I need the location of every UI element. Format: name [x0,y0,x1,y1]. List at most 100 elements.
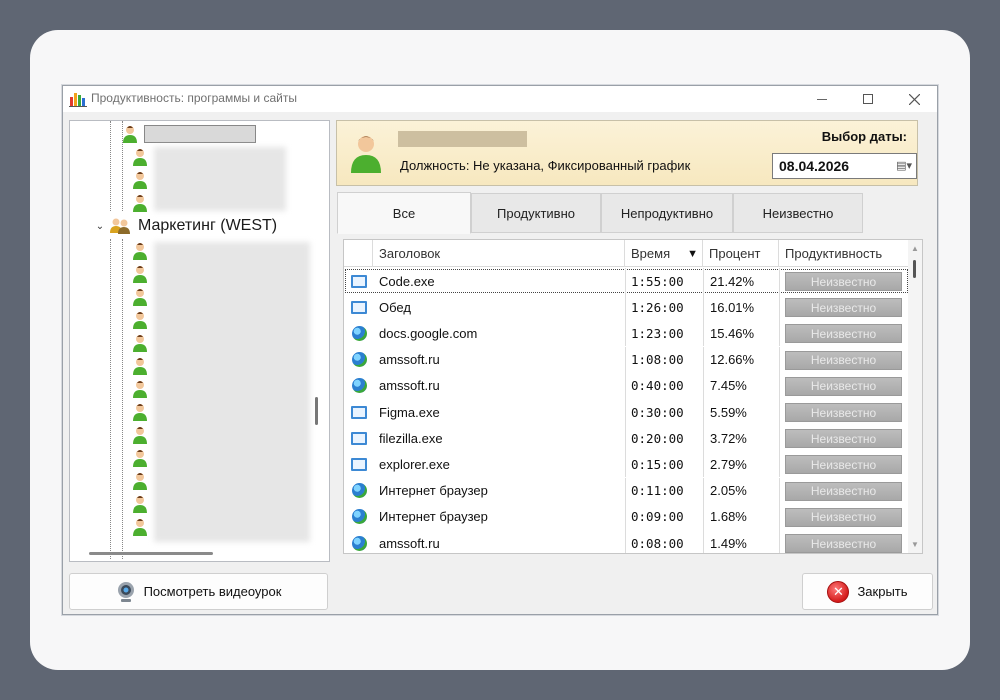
tree-item-employee[interactable] [132,285,148,308]
tab-all[interactable]: Все [337,192,471,234]
tree-item-employee[interactable] [132,400,148,423]
date-picker[interactable]: 08.04.2026 ▤▾ [772,153,917,179]
tree-item-employee[interactable] [132,331,148,354]
column-separator [703,346,704,373]
table-row[interactable]: Figma.exe 0:30:00 5.59% Неизвестно [344,399,909,425]
tree-item-employee[interactable] [132,446,148,469]
tree-item-employee[interactable] [132,377,148,400]
employee-tree[interactable]: ⌄ Маркетинг (WEST) [69,120,330,562]
tree-item-employee[interactable] [132,145,148,168]
table-row[interactable]: docs.google.com 1:23:00 15.46% Неизвестно [344,320,909,347]
tree-item-employee[interactable] [132,492,148,515]
productivity-button[interactable]: Неизвестно [785,350,902,370]
close-label: Закрыть [857,584,908,599]
row-icon-cell [350,294,368,320]
close-icon [908,93,920,105]
tree-item-employee[interactable] [122,122,256,145]
scroll-up-icon[interactable]: ▲ [911,244,919,253]
column-header-time[interactable]: Время ▼ [625,240,703,267]
date-value: 08.04.2026 [779,158,850,174]
bar-chart-app-icon [69,93,87,107]
column-separator [703,477,704,504]
calendar-dropdown-icon[interactable]: ▤▾ [896,159,912,172]
minimize-button[interactable] [799,86,845,112]
column-separator [779,268,780,294]
table-row[interactable]: Обед 1:26:00 16.01% Неизвестно [344,294,909,321]
cell-time: 0:11:00 [631,483,684,499]
productivity-button[interactable]: Неизвестно [785,507,902,527]
cell-title: filezilla.exe [379,430,443,446]
cell-title: docs.google.com [379,325,478,341]
productivity-button[interactable]: Неизвестно [785,481,902,501]
productivity-button[interactable]: Неизвестно [785,376,902,396]
productivity-button[interactable]: Неизвестно [785,272,902,291]
tree-item-employee[interactable] [132,308,148,331]
column-separator [625,294,626,321]
productivity-button[interactable]: Неизвестно [785,429,902,449]
close-button[interactable]: ✕ Закрыть [802,573,933,610]
globe-icon [351,483,367,499]
productivity-button[interactable]: Неизвестно [785,403,902,422]
row-icon-cell [350,530,368,553]
tree-item-employee[interactable] [132,354,148,377]
person-icon [133,357,147,375]
column-separator [779,477,780,504]
table-row[interactable]: filezilla.exe 0:20:00 3.72% Неизвестно [344,425,909,452]
tab-label: Непродуктивно [620,205,714,221]
globe-icon [351,509,367,525]
productivity-button[interactable]: Неизвестно [785,534,902,553]
person-icon [133,194,147,212]
tree-item-employee[interactable] [132,469,148,492]
tree-item-employee[interactable] [132,515,148,538]
cell-time: 0:09:00 [631,509,684,525]
column-header-title[interactable]: Заголовок [373,240,625,267]
column-separator [703,399,704,425]
cell-time: 1:26:00 [631,299,684,315]
scroll-thumb[interactable] [913,260,916,278]
cell-percent: 2.79% [710,456,747,472]
tree-item-employee[interactable] [132,262,148,285]
blurred-names [154,242,310,542]
tree-group-marketing[interactable]: ⌄ Маркетинг (WEST) [94,214,277,238]
panel-splitter[interactable] [315,397,318,425]
tree-item-employee[interactable] [132,191,148,214]
productivity-button[interactable]: Неизвестно [785,298,902,318]
window-close-button[interactable] [891,86,937,112]
monitor-icon [351,405,367,419]
tree-item-employee[interactable] [132,168,148,191]
watch-video-button[interactable]: Посмотреть видеоурок [69,573,328,610]
sort-desc-icon: ▼ [687,247,698,260]
tree-line [110,121,111,211]
scroll-down-icon[interactable]: ▼ [911,540,919,549]
tab-unknown[interactable]: Неизвестно [733,193,863,233]
productivity-button[interactable]: Неизвестно [785,324,902,344]
table-row[interactable]: amssoft.ru 1:08:00 12.66% Неизвестно [344,346,909,373]
employee-name [398,131,527,147]
tab-productive[interactable]: Продуктивно [471,193,601,233]
row-icon-cell [350,451,368,477]
table-row[interactable]: Интернет браузер 0:11:00 2.05% Неизвестно [344,477,909,504]
productivity-button[interactable]: Неизвестно [785,455,902,475]
table-row[interactable]: explorer.exe 0:15:00 2.79% Неизвестно [344,451,909,478]
column-header-percent[interactable]: Процент [703,240,779,267]
column-separator [779,294,780,321]
tree-item-employee[interactable] [132,239,148,262]
tree-line [110,239,111,559]
table-row[interactable]: amssoft.ru 0:40:00 7.45% Неизвестно [344,372,909,399]
table-vertical-scrollbar[interactable]: ▲ ▼ [908,240,922,553]
cell-time: 1:55:00 [631,273,684,289]
tab-unproductive[interactable]: Непродуктивно [601,193,733,233]
cell-percent: 1.49% [710,535,747,551]
cell-percent: 15.46% [710,325,755,341]
table-row[interactable]: amssoft.ru 0:08:00 1.49% Неизвестно [344,530,909,553]
column-header-productivity[interactable]: Продуктивность [779,240,909,267]
table-row[interactable]: Интернет браузер 0:09:00 1.68% Неизвестно [344,503,909,530]
table-row[interactable]: Code.exe 1:55:00 21.42% Неизвестно [344,268,909,294]
cell-title: amssoft.ru [379,352,440,368]
tree-horizontal-scrollbar[interactable] [89,552,213,555]
monitor-icon [351,431,367,445]
tree-item-employee[interactable] [132,423,148,446]
maximize-button[interactable] [845,86,891,112]
employee-position: Должность: Не указана, Фиксированный гра… [400,158,691,173]
row-icon-cell [350,268,368,294]
